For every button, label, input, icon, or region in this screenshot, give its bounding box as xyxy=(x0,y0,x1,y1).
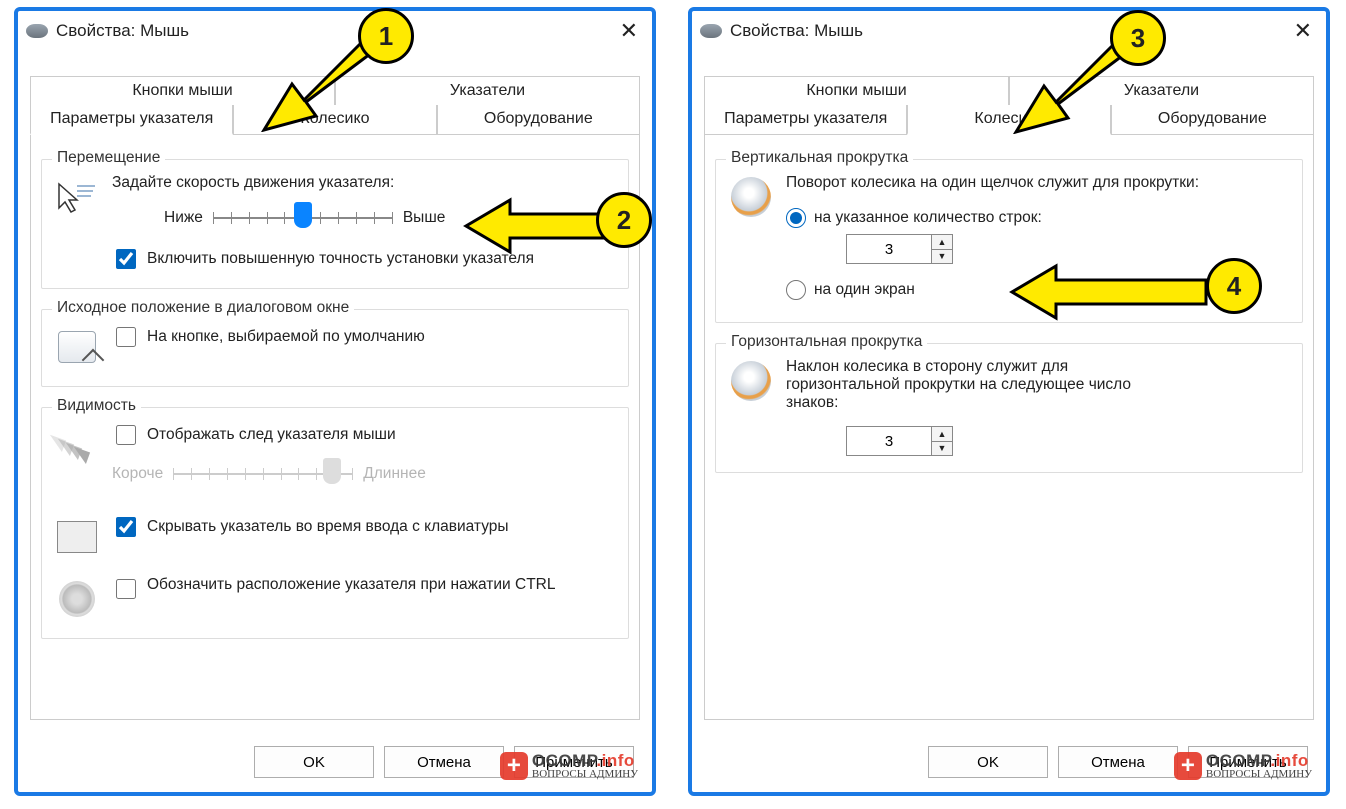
watermark-plus-icon: + xyxy=(1174,752,1202,780)
titlebar: Свойства: Мышь ✕ xyxy=(692,11,1326,51)
tab-pointers[interactable]: Указатели xyxy=(335,76,640,105)
pointer-trails-checkbox[interactable]: Отображать след указателя мыши xyxy=(112,422,616,448)
speed-fast-label: Выше xyxy=(403,209,446,227)
lines-spinner[interactable]: ▲▼ xyxy=(846,234,953,264)
snap-to-input[interactable] xyxy=(116,327,136,347)
snap-to-group: Исходное положение в диалоговом окне На … xyxy=(41,309,629,387)
hide-typing-input[interactable] xyxy=(116,517,136,537)
tab-wheel[interactable]: Колесико xyxy=(907,105,1110,135)
tab-hardware[interactable]: Оборудование xyxy=(437,105,640,134)
hscroll-title: Горизонтальная прокрутка xyxy=(726,333,927,351)
hscroll-desc: Наклон колесика в сторону служит для гор… xyxy=(786,358,1146,412)
enhance-precision-checkbox[interactable]: Включить повышенную точность установки у… xyxy=(112,246,616,272)
cancel-button[interactable]: Отмена xyxy=(1058,746,1178,778)
trails-long-label: Длиннее xyxy=(363,465,426,483)
spinner-up-icon[interactable]: ▲ xyxy=(932,427,952,442)
snap-title: Исходное положение в диалоговом окне xyxy=(52,299,354,317)
hide-typing-icon xyxy=(54,514,100,560)
enhance-precision-input[interactable] xyxy=(116,249,136,269)
snap-to-icon xyxy=(54,324,100,370)
ok-button[interactable]: OK xyxy=(928,746,1048,778)
spinner-down-icon[interactable]: ▼ xyxy=(932,250,952,264)
watermark-plus-icon: + xyxy=(500,752,528,780)
snap-to-checkbox[interactable]: На кнопке, выбираемой по умолчанию xyxy=(112,324,425,350)
tab-buttons[interactable]: Кнопки мыши xyxy=(704,76,1009,105)
wheel-icon xyxy=(728,358,774,404)
ctrl-locate-checkbox[interactable]: Обозначить расположение указателя при на… xyxy=(112,576,556,602)
hscroll-value[interactable] xyxy=(847,427,931,455)
pointer-trails-slider xyxy=(173,460,353,488)
radio-screen-input[interactable] xyxy=(786,280,806,300)
close-icon[interactable]: ✕ xyxy=(614,18,644,44)
vertical-scroll-group: Вертикальная прокрутка Поворот колесика … xyxy=(715,159,1303,323)
vscroll-desc: Поворот колесика на один щелчок служит д… xyxy=(786,174,1290,192)
titlebar: Свойства: Мышь ✕ xyxy=(18,11,652,51)
window-title: Свойства: Мышь xyxy=(56,21,614,41)
pointer-trails-icon xyxy=(54,422,100,468)
speed-label: Задайте скорость движения указателя: xyxy=(112,174,616,192)
wheel-icon xyxy=(728,174,774,220)
spinner-down-icon[interactable]: ▼ xyxy=(932,442,952,456)
trails-short-label: Короче xyxy=(112,465,163,483)
hscroll-spinner[interactable]: ▲▼ xyxy=(846,426,953,456)
lines-value[interactable] xyxy=(847,235,931,263)
tab-wheel[interactable]: Колесико xyxy=(233,105,436,134)
mouse-properties-window-left: Свойства: Мышь ✕ Кнопки мыши Указатели П… xyxy=(14,7,656,796)
visibility-title: Видимость xyxy=(52,397,141,415)
radio-screen[interactable]: на один экран xyxy=(786,280,1290,300)
tab-hardware[interactable]: Оборудование xyxy=(1111,105,1314,134)
vscroll-title: Вертикальная прокрутка xyxy=(726,149,913,167)
tab-buttons[interactable]: Кнопки мыши xyxy=(30,76,335,105)
close-icon[interactable]: ✕ xyxy=(1288,18,1318,44)
speed-slow-label: Ниже xyxy=(164,209,203,227)
wheel-panel: Вертикальная прокрутка Поворот колесика … xyxy=(704,134,1314,720)
radio-lines-input[interactable] xyxy=(786,208,806,228)
horizontal-scroll-group: Горизонтальная прокрутка Наклон колесика… xyxy=(715,343,1303,473)
spinner-up-icon[interactable]: ▲ xyxy=(932,235,952,250)
mouse-properties-window-right: Свойства: Мышь ✕ Кнопки мыши Указатели П… xyxy=(688,7,1330,796)
visibility-group: Видимость Отображать след указателя мыши… xyxy=(41,407,629,639)
pointer-speed-icon xyxy=(54,174,100,220)
ok-button[interactable]: OK xyxy=(254,746,374,778)
tab-pointer-options[interactable]: Параметры указателя xyxy=(30,105,233,135)
hide-typing-checkbox[interactable]: Скрывать указатель во время ввода с клав… xyxy=(112,514,509,540)
mouse-icon xyxy=(700,24,722,38)
mouse-icon xyxy=(26,24,48,38)
radio-lines[interactable]: на указанное количество строк: xyxy=(786,208,1290,228)
motion-title: Перемещение xyxy=(52,149,165,167)
motion-group: Перемещение Задайте скорость движения ук… xyxy=(41,159,629,289)
ctrl-locate-input[interactable] xyxy=(116,579,136,599)
window-title: Свойства: Мышь xyxy=(730,21,1288,41)
tab-pointer-options[interactable]: Параметры указателя xyxy=(704,105,907,134)
pointer-trails-input[interactable] xyxy=(116,425,136,445)
ctrl-locate-icon xyxy=(54,576,100,622)
watermark: + OCOMP.info ВОПРОСЫ АДМИНУ xyxy=(500,752,638,780)
watermark: + OCOMP.info ВОПРОСЫ АДМИНУ xyxy=(1174,752,1312,780)
pointer-options-panel: Перемещение Задайте скорость движения ук… xyxy=(30,134,640,720)
tab-pointers[interactable]: Указатели xyxy=(1009,76,1314,105)
pointer-speed-slider[interactable] xyxy=(213,204,393,232)
tabs: Кнопки мыши Указатели Параметры указател… xyxy=(704,76,1314,134)
cancel-button[interactable]: Отмена xyxy=(384,746,504,778)
tabs: Кнопки мыши Указатели Параметры указател… xyxy=(30,76,640,134)
